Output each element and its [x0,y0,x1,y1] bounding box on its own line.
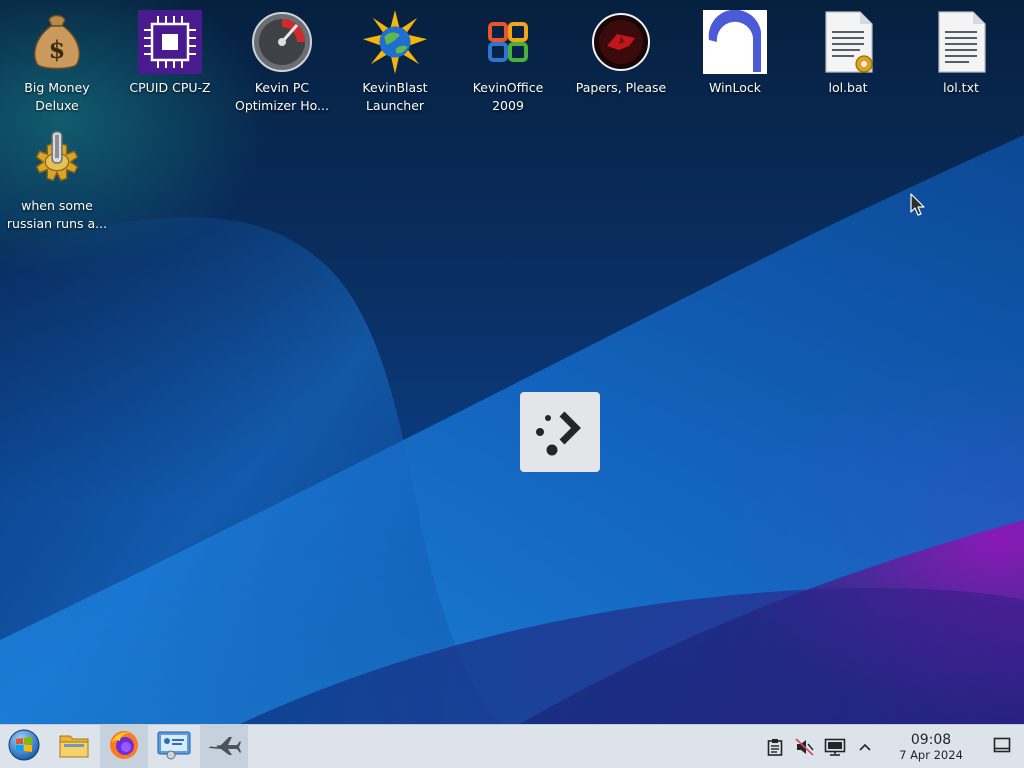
windows-orb-icon [7,728,41,766]
papers-please-seal-icon [589,10,653,74]
office-logo-icon [476,10,540,74]
file-manager-button[interactable] [50,725,98,768]
show-desktop-button[interactable] [980,725,1024,768]
clipboard-icon[interactable] [760,725,790,768]
desktop-icon-kevinblast-launcher[interactable]: KevinBlast Launcher [340,10,450,115]
cpu-chip-icon [138,10,202,74]
desktop-icon-label: lol.txt [943,80,979,95]
system-tray: 09:08 7 Apr 2024 [760,725,1024,768]
mouse-pointer-icon [910,193,926,221]
globe-starburst-icon [363,10,427,74]
desktop-icon-kevinoffice-2009[interactable]: KevinOffice 2009 [453,10,563,115]
text-file-icon [929,10,993,74]
desktop-icon-kevin-pc-optimizer[interactable]: Kevin PC Optimizer Ho... [227,10,337,115]
desktop-icon-label: CPUID CPU-Z [129,80,211,95]
desktop-icon-big-money-deluxe[interactable]: $ Big Money Deluxe [2,10,112,115]
desktop-icon-label: WinLock [709,80,761,95]
desktop-icon-label: Papers, Please [575,80,667,95]
desktop-icon-label: lol.bat [828,80,868,95]
batch-script-file-icon [816,10,880,74]
desktop-icon-label: KevinOffice 2009 [472,80,544,113]
chevron-up-icon[interactable] [850,725,880,768]
winlock-arc-icon [703,10,767,74]
desktop-icon-when-some-russian[interactable]: when some russian runs a... [2,128,112,233]
desktop-icon-lol-bat[interactable]: lol.bat [793,10,903,97]
speedometer-gauge-icon [250,10,314,74]
gear-script-icon [25,128,89,192]
desktop-icon-label: KevinBlast Launcher [362,80,428,113]
money-bag-icon: $ [25,10,89,74]
desktop-icon-label: when some russian runs a... [6,198,108,231]
firefox-icon [108,729,140,765]
desktop-icon-papers-please[interactable]: Papers, Please [566,10,676,97]
digital-clock[interactable]: 09:08 7 Apr 2024 [888,732,974,762]
svg-text:$: $ [49,35,66,64]
show-desktop-icon [993,737,1011,757]
display-monitor-icon[interactable] [820,725,850,768]
jet-plane-icon [207,733,241,761]
folder-icon [58,730,90,764]
firefox-button[interactable] [100,724,148,768]
desktop-icon-cpuid-cpu-z[interactable]: CPUID CPU-Z [115,10,225,97]
clock-date: 7 Apr 2024 [899,748,963,762]
desktop-icon-label: Big Money Deluxe [24,80,90,113]
desktop-icon-lol-txt[interactable]: lol.txt [906,10,1016,97]
desktop-icon-winlock[interactable]: WinLock [680,10,790,97]
volume-muted-icon[interactable] [790,725,820,768]
start-menu-button[interactable] [0,725,48,768]
control-panel-icon [157,730,191,764]
clock-time: 09:08 [910,732,952,748]
system-settings-button[interactable] [150,725,198,768]
jet-app-button[interactable] [200,724,248,768]
loading-spinner-icon [520,392,600,472]
taskbar: 09:08 7 Apr 2024 [0,724,1024,768]
desktop-icon-label: Kevin PC Optimizer Ho... [235,80,329,113]
